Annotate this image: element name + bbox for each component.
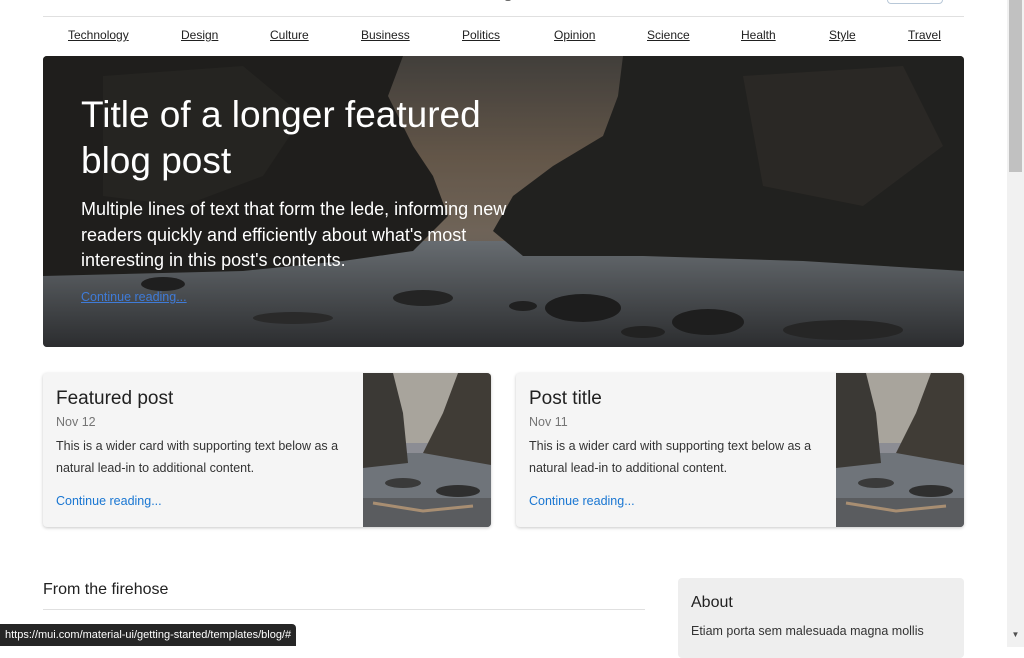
card-date: Nov 12 [56, 415, 96, 429]
card-thumbnail-image [836, 373, 964, 527]
about-sidebar: About Etiam porta sem malesuada magna mo… [678, 578, 964, 658]
card-content: Featured post Nov 12 This is a wider car… [56, 387, 351, 479]
card-content: Post title Nov 11 This is a wider card w… [529, 387, 824, 479]
about-text: Etiam porta sem malesuada magna mollis [691, 624, 924, 638]
main-section-divider [43, 609, 645, 610]
card-description: This is a wider card with supporting tex… [529, 439, 812, 475]
card-thumbnail-image [363, 373, 491, 527]
nav-link-health[interactable]: Health [741, 28, 776, 42]
about-title: About [691, 594, 733, 611]
section-nav: Technology Design Culture Business Polit… [43, 28, 964, 46]
scrollbar-thumb[interactable] [1009, 0, 1022, 172]
featured-hero: Title of a longer featured blog post Mul… [43, 56, 964, 347]
nav-link-business[interactable]: Business [361, 28, 410, 42]
nav-link-design[interactable]: Design [181, 28, 218, 42]
featured-post-card[interactable]: Featured post Nov 12 This is a wider car… [43, 373, 491, 527]
card-title: Featured post [56, 388, 174, 409]
card-description: This is a wider card with supporting tex… [56, 439, 339, 475]
card-date: Nov 11 [529, 415, 568, 429]
main-section-heading: From the firehose [43, 581, 169, 598]
vertical-scrollbar[interactable]: ▼ [1007, 0, 1024, 647]
nav-link-science[interactable]: Science [647, 28, 690, 42]
card-title: Post title [529, 388, 602, 409]
nav-link-travel[interactable]: Travel [908, 28, 941, 42]
post-card[interactable]: Post title Nov 11 This is a wider card w… [516, 373, 964, 527]
sign-up-button[interactable] [887, 0, 943, 4]
nav-link-technology[interactable]: Technology [68, 28, 129, 42]
nav-link-opinion[interactable]: Opinion [554, 28, 595, 42]
hero-lede: Multiple lines of text that form the led… [81, 199, 507, 270]
nav-link-politics[interactable]: Politics [462, 28, 500, 42]
nav-link-style[interactable]: Style [829, 28, 856, 42]
header-title-fragment [505, 0, 511, 1]
card-continue-reading-link[interactable]: Continue reading... [529, 494, 635, 508]
card-continue-reading-link[interactable]: Continue reading... [56, 494, 162, 508]
hero-continue-reading-link[interactable]: Continue reading... [81, 290, 187, 304]
hero-title: Title of a longer featured blog post [81, 94, 481, 181]
nav-link-culture[interactable]: Culture [270, 28, 309, 42]
link-status-bar: https://mui.com/material-ui/getting-star… [0, 624, 297, 646]
scroll-down-arrow-icon[interactable]: ▼ [1011, 630, 1020, 640]
header-divider [43, 16, 964, 17]
